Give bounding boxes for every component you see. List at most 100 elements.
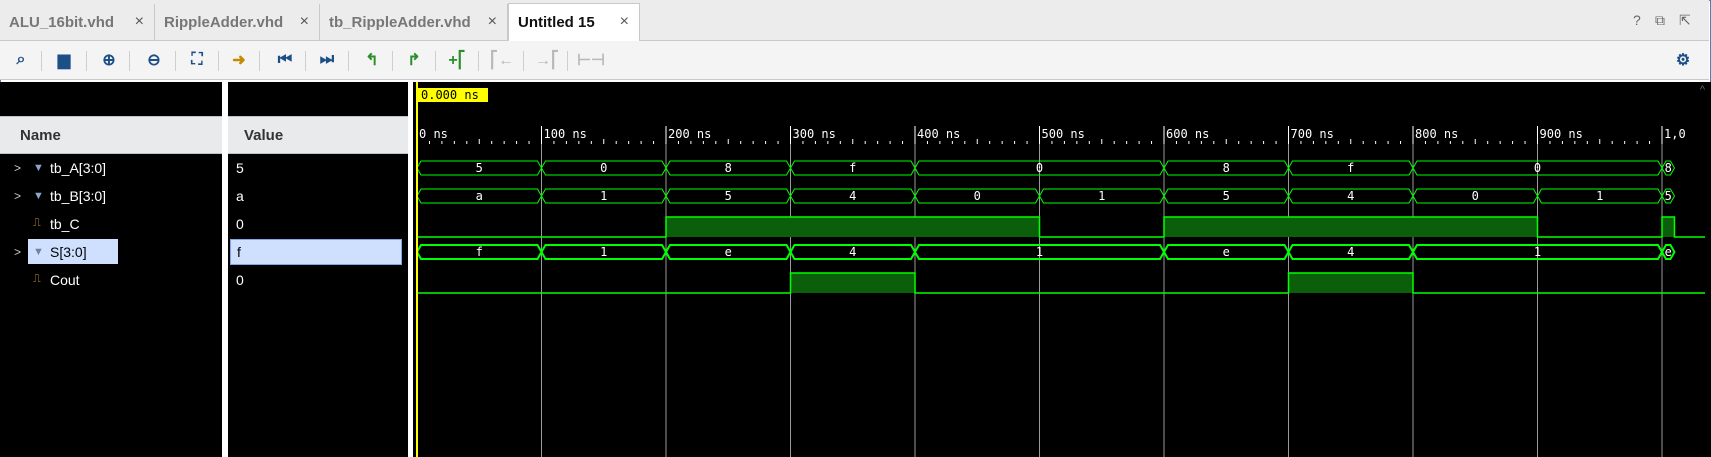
chevron-right-icon[interactable]: > [14,189,21,203]
tab-tb-rippleadder[interactable]: tb_RippleAdder.vhd × [320,4,508,40]
scroll-up-icon[interactable]: ^ [1700,84,1705,96]
signal-row-tb-c[interactable]: ⎍ tb_C [0,210,222,237]
swap-cursors-icon: ⊢⊣ [577,52,605,69]
signal-value: 0 [236,215,244,232]
ruler-label: 900 ns [1540,127,1583,141]
signal-value-panel: Value 5 a 0 f 0 [228,82,408,457]
bus-value-label: 0 [600,161,607,175]
go-to-end-icon[interactable]: ⏭ [316,49,338,71]
ruler-label: 700 ns [1291,127,1334,141]
tab-untitled-15[interactable]: Untitled 15 × [508,3,640,41]
bus-value-label: 4 [849,189,856,203]
bus-value-label: 1 [1534,245,1541,259]
signal-name: Cout [50,271,80,288]
bus-signal-icon: ▼ [33,245,44,258]
zoom-out-icon[interactable]: ⊖ [143,49,165,71]
waveform-toolbar: ⌕ ▆ ⊕ ⊖ ⛶ ➜ ⏮ ⏭ ↰ ↱ +⎡ ⎡← →⎡ ⊢⊣ ⚙ [0,41,1709,80]
tab-label: Untitled 15 [518,14,595,31]
chevron-right-icon[interactable]: > [14,161,21,175]
ruler-label: 300 ns [793,127,836,141]
name-column-header[interactable]: Name [0,116,222,154]
add-marker-icon[interactable]: +⎡ [446,49,468,71]
value-column-header[interactable]: Value [228,116,408,154]
close-icon[interactable]: × [620,13,629,31]
bus-value-label: 8 [725,161,732,175]
chevron-right-icon[interactable]: > [14,245,21,259]
bus-value-label: 5 [1223,189,1230,203]
signal-row-tb-a[interactable]: > ▼ tb_A[3:0] [0,154,222,181]
ruler-label: 800 ns [1415,127,1458,141]
signal-name-panel: Name > ▼ tb_A[3:0] > ▼ tb_B[3:0] ⎍ tb_C … [0,82,222,457]
ruler-label: 200 ns [668,127,711,141]
previous-marker-icon: ⎡← [490,52,514,69]
signal-name: tb_B[3:0] [50,187,107,204]
bus-value-label: 1 [1036,245,1043,259]
bus-value-label: 4 [1347,189,1354,203]
bus-value-label: 4 [1347,245,1354,259]
bus-value-label: f [476,245,483,259]
bus-value-label: 8 [1665,161,1672,175]
ruler-label: 100 ns [544,127,587,141]
bit-high-region [1288,273,1413,293]
bus-value-label: a [476,189,483,203]
tab-label: ALU_16bit.vhd [9,13,115,31]
tab-rippleadder[interactable]: RippleAdder.vhd × [155,4,320,40]
signal-value: f [230,239,402,265]
bus-value-label: 0 [1036,161,1043,175]
bus-signal-icon: ▼ [33,161,44,174]
previous-transition-icon[interactable]: ↰ [361,49,383,71]
help-icon[interactable]: ? [1633,12,1641,28]
signal-value: 0 [236,271,244,288]
cursor-time-label: 0.000 ns [421,88,479,102]
bus-value-label: 0 [974,189,981,203]
bus-value-label: 0 [1534,161,1541,175]
float-icon[interactable]: ⇱ [1679,12,1691,29]
waveform-canvas[interactable]: 0 ns 100 ns 200 ns 300 ns 400 ns 500 ns 600 ns… [413,82,1711,457]
signal-row-cout[interactable]: ⎍ Cout [0,266,222,293]
close-icon[interactable]: × [135,13,144,31]
bus-value-label: e [1665,245,1672,259]
tab-label: tb_RippleAdder.vhd [329,13,471,31]
bus-value-label: 5 [725,189,732,203]
bit-high-region [790,273,915,293]
bus-value-label: 5 [1665,189,1672,203]
signal-name: tb_A[3:0] [50,159,107,176]
signal-name: tb_C [50,215,80,232]
close-icon[interactable]: × [300,13,309,31]
ruler-label: 600 ns [1166,127,1209,141]
signal-value: a [236,187,244,204]
gear-icon[interactable]: ⚙ [1672,49,1694,71]
bus-value-label: 1 [600,189,607,203]
bus-value-label: 4 [849,245,856,259]
go-to-cursor-icon[interactable]: ➜ [228,49,250,71]
next-marker-icon: →⎡ [535,52,559,69]
bus-value-label: 1 [1098,189,1105,203]
zoom-fit-icon[interactable]: ⛶ [186,49,208,71]
bus-value-label: 0 [1472,189,1479,203]
bus-signal-icon: ▼ [33,189,44,202]
bus-value-label: 1 [600,245,607,259]
bit-high-region [666,217,1040,237]
bus-value-label: 5 [476,161,483,175]
zoom-in-icon[interactable]: ⊕ [98,49,120,71]
go-to-start-icon[interactable]: ⏮ [274,49,296,71]
save-icon[interactable]: ▆ [53,49,75,71]
ruler-label: 500 ns [1042,127,1085,141]
close-icon[interactable]: × [488,13,497,31]
restore-icon[interactable]: ⧉ [1655,12,1665,29]
bit-high-region [1164,217,1538,237]
bus-value-label: f [1347,161,1354,175]
ruler-label: 1,0 [1664,127,1686,141]
tab-alu-16bit[interactable]: ALU_16bit.vhd × [0,4,155,40]
signal-row-s[interactable]: > ▼ S[3:0] [0,238,222,265]
signal-row-tb-b[interactable]: > ▼ tb_B[3:0] [0,182,222,209]
search-icon[interactable]: ⌕ [10,49,32,71]
bit-signal-icon: ⎍ [33,217,41,229]
next-transition-icon[interactable]: ↱ [403,49,425,71]
bit-signal-icon: ⎍ [33,273,41,285]
ruler-label: 400 ns [917,127,960,141]
signal-value: 5 [236,159,244,176]
bus-value-label: f [849,161,856,175]
editor-tab-bar: ALU_16bit.vhd × RippleAdder.vhd × tb_Rip… [0,0,1709,41]
bus-value-label: 1 [1596,189,1603,203]
